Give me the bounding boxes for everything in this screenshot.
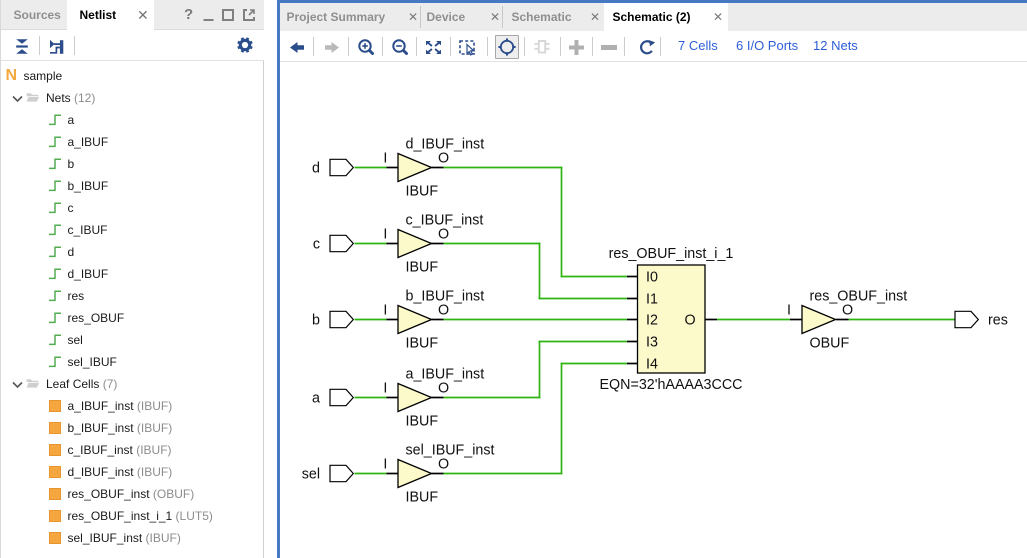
svg-text:O: O (438, 381, 449, 397)
svg-text:c_IBUF_inst: c_IBUF_inst (406, 213, 484, 229)
svg-text:c: c (313, 237, 320, 253)
svg-text:EQN=32'hAAAA3CCC: EQN=32'hAAAA3CCC (600, 377, 743, 393)
svg-text:I1: I1 (646, 292, 658, 308)
svg-text:I2: I2 (646, 313, 658, 329)
svg-text:IBUF: IBUF (406, 414, 439, 430)
svg-text:IBUF: IBUF (406, 184, 439, 200)
svg-text:res_OBUF_inst_i_1: res_OBUF_inst_i_1 (609, 246, 734, 262)
svg-text:IBUF: IBUF (406, 336, 439, 352)
svg-text:sel_IBUF_inst: sel_IBUF_inst (406, 443, 495, 459)
svg-text:b: b (312, 313, 320, 329)
svg-text:d_IBUF_inst: d_IBUF_inst (406, 137, 485, 153)
svg-text:O: O (684, 313, 695, 329)
svg-text:a_IBUF_inst: a_IBUF_inst (406, 367, 485, 383)
svg-text:OBUF: OBUF (810, 336, 850, 352)
svg-text:res: res (988, 313, 1008, 329)
svg-text:a: a (312, 391, 320, 407)
svg-text:O: O (842, 303, 853, 319)
svg-text:res_OBUF_inst: res_OBUF_inst (810, 289, 908, 305)
svg-text:I: I (383, 227, 387, 243)
svg-text:IBUF: IBUF (406, 490, 439, 506)
svg-text:I4: I4 (646, 357, 658, 373)
svg-text:O: O (438, 303, 449, 319)
svg-text:O: O (438, 227, 449, 243)
svg-text:sel: sel (302, 467, 320, 483)
svg-text:b_IBUF_inst: b_IBUF_inst (406, 289, 485, 305)
svg-text:I: I (383, 303, 387, 319)
svg-text:I0: I0 (646, 270, 658, 286)
svg-text:I: I (383, 151, 387, 167)
svg-text:O: O (438, 151, 449, 167)
svg-text:d: d (312, 161, 320, 177)
svg-text:I3: I3 (646, 335, 658, 351)
svg-text:I: I (383, 381, 387, 397)
svg-text:O: O (438, 457, 449, 473)
svg-text:I: I (383, 457, 387, 473)
svg-text:IBUF: IBUF (406, 260, 439, 276)
svg-text:I: I (787, 303, 791, 319)
